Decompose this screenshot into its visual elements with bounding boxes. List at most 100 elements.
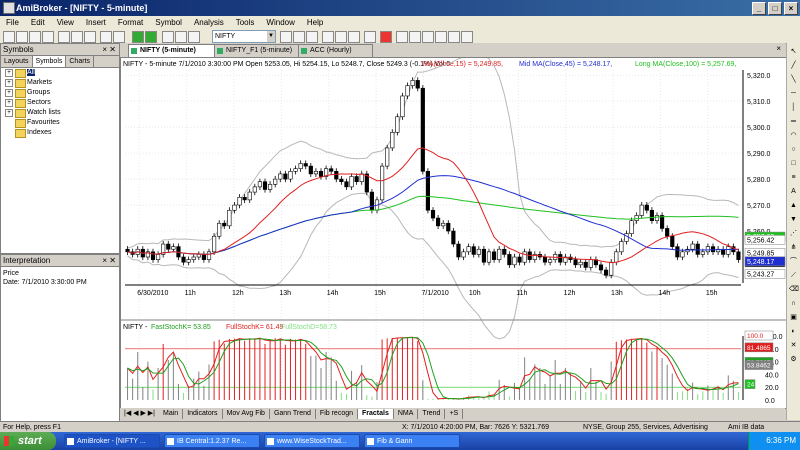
pitchfork-icon[interactable]: ⋔	[789, 243, 798, 252]
tree-item-favourites[interactable]: Favourites	[1, 118, 119, 128]
fibonacci-icon[interactable]	[335, 31, 347, 43]
cycle-icon[interactable]: ⌒	[789, 257, 798, 266]
cut-icon[interactable]	[58, 31, 70, 43]
close-button[interactable]: ×	[784, 2, 798, 15]
draw-line-icon[interactable]	[280, 31, 292, 43]
tab-indicators[interactable]: Indicators	[183, 409, 223, 419]
tab-symbols[interactable]: Symbols	[32, 56, 67, 67]
magnet-icon[interactable]: ∩	[789, 299, 798, 308]
tab-nma[interactable]: NMA	[394, 409, 419, 419]
tab-layouts[interactable]: Layouts	[1, 56, 33, 67]
crosshair-icon[interactable]	[409, 31, 421, 43]
ray-tool-icon[interactable]: ╲	[789, 75, 798, 84]
minimize-button[interactable]: _	[752, 2, 766, 15]
tab-nav-icon[interactable]: |◀ ◀ ▶ ▶|	[120, 409, 159, 419]
eraser-icon[interactable]: ⌫	[789, 285, 799, 294]
clock[interactable]: 6:36 PM	[766, 436, 796, 445]
hide-icon[interactable]: ◐	[789, 327, 798, 336]
menu-window[interactable]: Window	[260, 18, 300, 27]
channel-tool-icon[interactable]	[448, 31, 460, 43]
line-tool-icon[interactable]: ╱	[789, 61, 798, 70]
horizontal-line-icon[interactable]: ─	[789, 89, 798, 98]
chart-type-icon[interactable]	[162, 31, 174, 43]
cursor-icon[interactable]: ↖	[789, 47, 798, 56]
zoom-out-icon[interactable]	[113, 31, 125, 43]
tree-item-indexes[interactable]: Indexes	[1, 128, 119, 138]
price-chart[interactable]: NIFTY - 5-minute 7/1/2010 3:30:00 PM Ope…	[121, 53, 786, 408]
cursor-icon[interactable]	[396, 31, 408, 43]
text-icon[interactable]: A	[789, 187, 798, 196]
vertical-line-icon[interactable]: │	[789, 103, 798, 112]
gann-icon[interactable]	[348, 31, 360, 43]
grid-icon[interactable]	[461, 31, 473, 43]
start-button[interactable]: start	[0, 432, 56, 450]
tree-item-all[interactable]: + All	[1, 68, 119, 78]
ellipse-tool-icon[interactable]	[435, 31, 447, 43]
tab-acc-hourly[interactable]: ACC (Hourly)	[298, 44, 373, 57]
tab-fib-recogn[interactable]: Fib recogn	[316, 409, 358, 419]
symbol-combo[interactable]: NIFTY ▼	[212, 30, 276, 43]
save-icon[interactable]	[29, 31, 41, 43]
arrow-tool-icon[interactable]	[322, 31, 334, 43]
tree-item-markets[interactable]: + Markets	[1, 78, 119, 88]
expand-icon[interactable]: +	[5, 89, 13, 97]
menu-analysis[interactable]: Analysis	[188, 18, 230, 27]
forward-icon[interactable]	[145, 31, 157, 43]
close-icon[interactable]: × ✕	[102, 44, 116, 55]
fib-icon[interactable]: ≡	[789, 173, 798, 182]
text-tool-icon[interactable]	[306, 31, 318, 43]
channel-icon[interactable]: ═	[789, 117, 798, 126]
rectangle-icon[interactable]: □	[789, 159, 798, 168]
task-amibroker[interactable]: AmiBroker - [NIFTY ...	[64, 434, 160, 448]
gann-fan-icon[interactable]: ⋰	[789, 229, 798, 238]
tab-charts[interactable]: Charts	[66, 56, 94, 67]
expand-icon[interactable]: +	[5, 69, 13, 77]
task-browser[interactable]: www.WiseStockTrad...	[264, 434, 360, 448]
arc-icon[interactable]: ◠	[789, 131, 798, 140]
lock-icon[interactable]: ▣	[789, 313, 798, 322]
tree-item-watch-lists[interactable]: + Watch lists	[1, 108, 119, 118]
menu-symbol[interactable]: Symbol	[149, 18, 188, 27]
arrow-up-icon[interactable]: ▲	[789, 201, 798, 210]
arrow-down-icon[interactable]: ▼	[789, 215, 798, 224]
tab-nifty-f1[interactable]: NIFTY_F1 (5-minute)	[214, 44, 303, 57]
print-icon[interactable]	[42, 31, 54, 43]
zoom-in-icon[interactable]	[100, 31, 112, 43]
maximize-button[interactable]: □	[768, 2, 782, 15]
task-fib-gann[interactable]: Fib & Gann	[364, 434, 460, 448]
copy-icon[interactable]	[71, 31, 83, 43]
menu-view[interactable]: View	[51, 18, 80, 27]
delete-icon[interactable]: ✕	[789, 341, 798, 350]
close-icon[interactable]: ×	[776, 44, 781, 53]
tab-nifty-5min[interactable]: NIFTY (5-minute)	[128, 44, 217, 57]
open-icon[interactable]	[16, 31, 28, 43]
tab-main[interactable]: Main	[159, 409, 184, 419]
menu-insert[interactable]: Insert	[80, 18, 112, 27]
tab-mov-avg-fib[interactable]: Mov Avg Fib	[223, 409, 270, 419]
properties-icon[interactable]: ⚙	[789, 355, 798, 364]
close-icon[interactable]: × ✕	[102, 255, 116, 266]
circle-icon[interactable]: ○	[789, 145, 798, 154]
menu-help[interactable]: Help	[301, 18, 329, 27]
expand-icon[interactable]: +	[5, 79, 13, 87]
tree-item-groups[interactable]: + Groups	[1, 88, 119, 98]
tree-item-sectors[interactable]: + Sectors	[1, 98, 119, 108]
chart-area[interactable]: NIFTY - 5-minute 7/1/2010 3:30:00 PM Ope…	[120, 53, 787, 409]
expand-icon[interactable]: +	[5, 109, 13, 117]
new-icon[interactable]	[3, 31, 15, 43]
tab-more[interactable]: +S	[445, 409, 464, 419]
tab-fractals[interactable]: Fractals	[358, 409, 394, 419]
task-ib-central[interactable]: IB Central:1.2.37 Re...	[164, 434, 260, 448]
paste-icon[interactable]	[84, 31, 96, 43]
interval-icon[interactable]	[175, 31, 187, 43]
refresh-icon[interactable]	[364, 31, 376, 43]
tab-trend[interactable]: Trend	[418, 409, 446, 419]
tab-gann-trend[interactable]: Gann Trend	[270, 409, 316, 419]
menu-tools[interactable]: Tools	[230, 18, 261, 27]
pencil-icon[interactable]	[380, 31, 392, 43]
bar-icon[interactable]	[188, 31, 200, 43]
back-icon[interactable]	[132, 31, 144, 43]
rectangle-tool-icon[interactable]	[422, 31, 434, 43]
menu-format[interactable]: Format	[112, 18, 149, 27]
expand-icon[interactable]: +	[5, 99, 13, 107]
